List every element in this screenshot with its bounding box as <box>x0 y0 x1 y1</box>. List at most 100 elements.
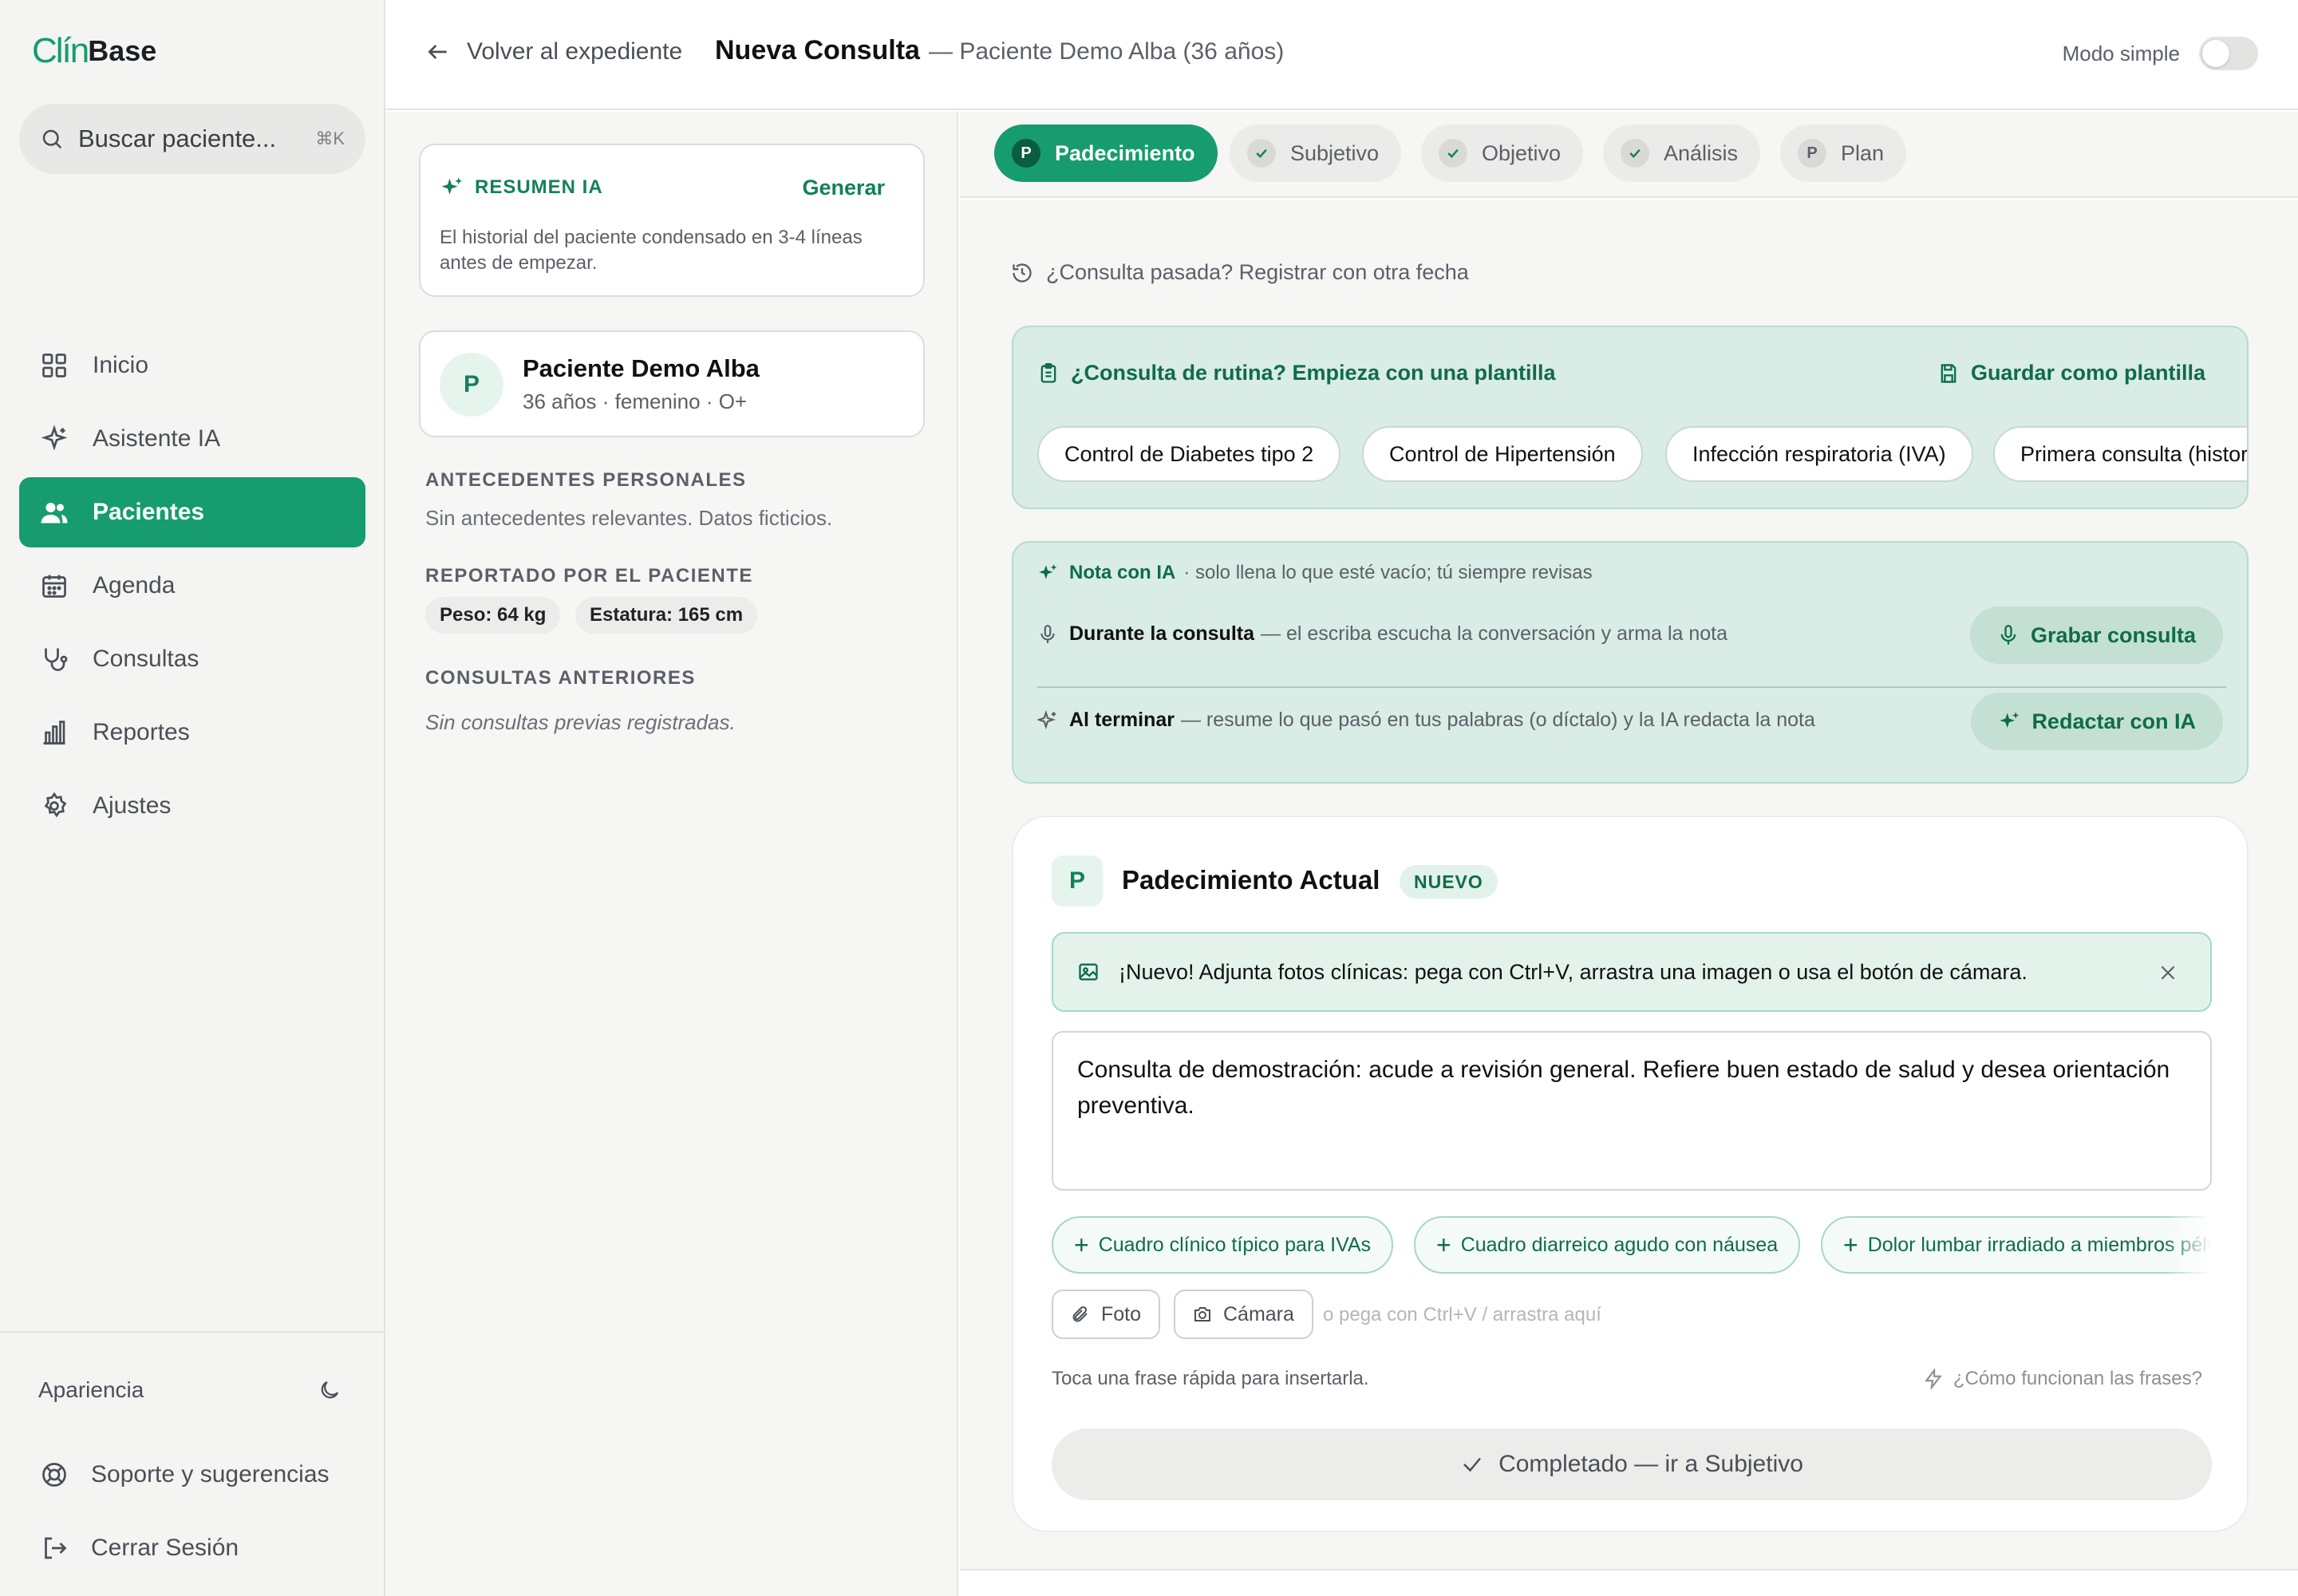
users-icon <box>41 503 68 523</box>
sidebar-item-pacientes[interactable]: Pacientes <box>19 477 365 547</box>
past-consult-link[interactable]: ¿Consulta pasada? Registrar con otra fec… <box>1011 260 1469 285</box>
quick-phrase-hint: Toca una frase rápida para insertarla. <box>1052 1368 1369 1389</box>
sidebar-item-ajustes[interactable]: Ajustes <box>19 771 365 841</box>
search-input[interactable]: Buscar paciente... ⌘K <box>19 104 365 174</box>
past-consult-label: ¿Consulta pasada? Registrar con otra fec… <box>1046 260 1469 284</box>
photo-info-banner: ¡Nuevo! Adjunta fotos clínicas: pega con… <box>1052 932 2212 1012</box>
reported-title: REPORTADO POR EL PACIENTE <box>425 565 753 587</box>
logo-mark: Clín <box>32 31 89 70</box>
patient-meta: 36 años · femenino · O+ <box>523 389 748 413</box>
save-template-button[interactable]: Guardar como plantilla <box>1937 361 2205 385</box>
generate-summary-button[interactable]: Generar <box>802 176 885 200</box>
microphone-icon <box>1040 624 1055 643</box>
support-label: Soporte y sugerencias <box>91 1461 330 1487</box>
ai-note-title: Nota con IA <box>1069 562 1176 583</box>
personal-history-text: Sin antecedentes relevantes. Datos ficti… <box>425 506 833 530</box>
how-phrases-link[interactable]: ¿Cómo funcionan las frases? <box>1923 1368 2202 1390</box>
templates-box: ¿Consulta de rutina? Empieza con una pla… <box>1012 326 2249 509</box>
tab-plan[interactable]: P Plan <box>1780 124 1907 182</box>
logout-link[interactable]: Cerrar Sesión <box>40 1534 239 1562</box>
tab-objetivo[interactable]: Objetivo <box>1421 124 1584 182</box>
ai-note-box: Nota con IA · solo llena lo que esté vac… <box>1012 541 2249 784</box>
back-label: Volver al expediente <box>467 38 683 65</box>
sidebar-item-inicio[interactable]: Inicio <box>19 330 365 401</box>
quick-phrase-label: Cuadro diarreico agudo con náusea <box>1460 1233 1779 1256</box>
personal-history-title: ANTECEDENTES PERSONALES <box>425 469 747 491</box>
save-template-label: Guardar como plantilla <box>1970 361 2205 385</box>
complete-button[interactable]: Completado — ir a Subjetivo <box>1052 1428 2212 1500</box>
appearance-toggle[interactable]: Apariencia <box>38 1377 342 1403</box>
sidebar-item-label: Inicio <box>93 352 149 378</box>
camera-button[interactable]: Cámara <box>1174 1290 1313 1339</box>
paperclip-icon <box>1072 1306 1088 1322</box>
moon-icon <box>321 1381 339 1399</box>
sidebar-item-label: Consultas <box>93 646 199 672</box>
tab-badge: P <box>1798 139 1826 168</box>
sidebar-nav: Inicio Asistente IA Pacientes Agenda Con… <box>19 330 365 844</box>
support-link[interactable]: Soporte y sugerencias <box>40 1460 330 1489</box>
previous-consults-text: Sin consultas previas registradas. <box>425 710 736 734</box>
sparkle-icon <box>441 177 463 195</box>
check-icon <box>1247 139 1276 168</box>
ai-note-header: Nota con IA · solo llena lo que esté vac… <box>1037 562 1593 584</box>
logo-text: Base <box>88 34 157 67</box>
ai-note-divider <box>1037 686 2226 688</box>
quick-phrase-chip[interactable]: + Cuadro clínico típico para IVAs <box>1052 1216 1394 1274</box>
paste-hint: o pega con Ctrl+V / arrastra aquí <box>1323 1304 1601 1325</box>
patient-name: Paciente Demo Alba <box>523 354 760 382</box>
ai-note-subtitle: · solo llena lo que esté vacío; tú siemp… <box>1183 562 1593 583</box>
sidebar-item-agenda[interactable]: Agenda <box>19 551 365 621</box>
quick-phrase-label: Cuadro clínico típico para IVAs <box>1098 1233 1372 1256</box>
tab-analisis[interactable]: Análisis <box>1603 124 1761 182</box>
padecimiento-textarea[interactable]: Consulta de demostración: acude a revisi… <box>1052 1031 2212 1191</box>
padecimiento-card: P Padecimiento Actual NUEVO ¡Nuevo! Adju… <box>1012 816 2249 1532</box>
sidebar-item-label: Ajustes <box>93 792 172 819</box>
template-chip[interactable]: Primera consulta (historia clínica) <box>1993 426 2247 482</box>
sidebar-item-consultas[interactable]: Consultas <box>19 624 365 694</box>
complete-label: Completado — ir a Subjetivo <box>1498 1451 1803 1477</box>
ai-summary-header: RESUMEN IA <box>440 176 603 200</box>
page-header: Volver al expediente Nueva Consulta — Pa… <box>385 0 2298 110</box>
template-chip[interactable]: Control de Diabetes tipo 2 <box>1037 426 1341 482</box>
tab-label: Padecimiento <box>1055 140 1195 165</box>
template-chip[interactable]: Infección respiratoria (IVA) <box>1665 426 1973 482</box>
after-text: — resume lo que pasó en tus palabras (o … <box>1180 709 1815 731</box>
photo-button[interactable]: Foto <box>1052 1290 1161 1339</box>
during-row: Durante la consulta — el escriba escucha… <box>1037 622 1727 646</box>
sidebar-item-asistente-ia[interactable]: Asistente IA <box>19 404 365 474</box>
tab-padecimiento[interactable]: P Padecimiento <box>994 124 1218 182</box>
tab-subjetivo[interactable]: Subjetivo <box>1230 124 1402 182</box>
quick-phrase-chip[interactable]: + Dolor lumbar irradiado a miembros pélv… <box>1821 1216 2212 1274</box>
tab-label: Análisis <box>1664 140 1739 165</box>
sidebar-item-reportes[interactable]: Reportes <box>19 697 365 768</box>
next-section-edge <box>960 1569 2298 1596</box>
lifebuoy-icon <box>42 1463 66 1487</box>
back-link[interactable]: Volver al expediente <box>425 38 682 65</box>
patient-card[interactable]: P Paciente Demo Alba 36 años · femenino … <box>419 330 925 437</box>
templates-header: ¿Consulta de rutina? Empieza con una pla… <box>1037 361 1556 385</box>
draft-with-ai-label: Redactar con IA <box>2031 709 2196 733</box>
plus-icon: + <box>1074 1230 1089 1259</box>
simple-mode-label: Modo simple <box>2062 41 2180 65</box>
draft-with-ai-button[interactable]: Redactar con IA <box>1971 693 2223 750</box>
avatar: P <box>440 353 503 417</box>
sidebar-item-label: Pacientes <box>93 499 205 525</box>
check-icon <box>1439 139 1467 168</box>
plus-icon: + <box>1843 1230 1858 1259</box>
photo-label: Foto <box>1101 1302 1142 1325</box>
quick-phrase-chip[interactable]: + Cuadro diarreico agudo con náusea <box>1414 1216 1801 1274</box>
app-logo[interactable]: Clín Base <box>32 29 156 73</box>
sidebar-item-label: Reportes <box>93 719 190 745</box>
template-chip[interactable]: Control de Hipertensión <box>1362 426 1643 482</box>
simple-mode-toggle[interactable] <box>2199 37 2258 70</box>
record-consult-button[interactable]: Grabar consulta <box>1969 606 2223 664</box>
close-icon[interactable] <box>2158 962 2178 983</box>
sidebar-item-label: Agenda <box>93 572 176 598</box>
quick-phrases: + Cuadro clínico típico para IVAs + Cuad… <box>1052 1216 2212 1275</box>
section-badge: P <box>1052 855 1103 907</box>
weight-pill: Peso: 64 kg <box>425 597 561 634</box>
simple-mode: Modo simple <box>2063 37 2258 70</box>
soap-tabs: P Padecimiento Subjetivo Objetivo Anális… <box>960 112 2298 198</box>
patient-panel: RESUMEN IA Generar El historial del paci… <box>385 112 958 1596</box>
save-icon <box>1941 363 1956 383</box>
